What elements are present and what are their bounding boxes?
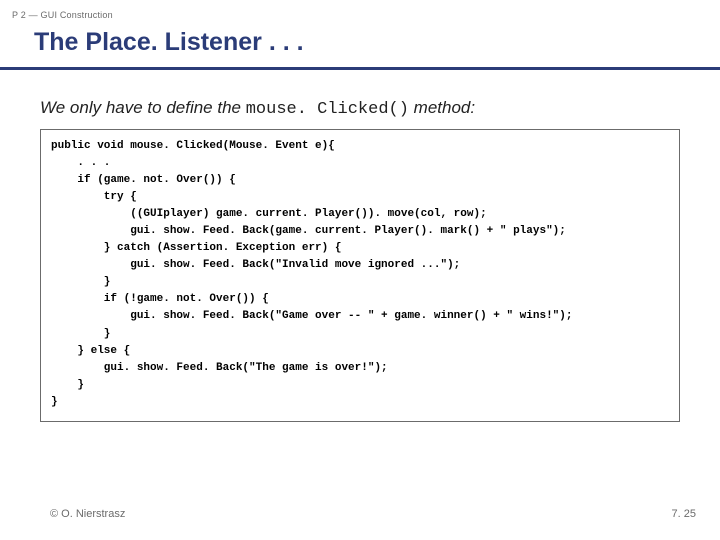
title-underline bbox=[0, 67, 720, 70]
lead-prefix: We only have to define the bbox=[40, 98, 246, 117]
footer-copyright: © O. Nierstrasz bbox=[50, 508, 125, 520]
lead-suffix: method: bbox=[409, 98, 475, 117]
code-block: public void mouse. Clicked(Mouse. Event … bbox=[40, 129, 680, 422]
footer-page-number: 7. 25 bbox=[672, 508, 696, 520]
breadcrumb: P 2 — GUI Construction bbox=[0, 0, 720, 20]
slide: P 2 — GUI Construction The Place. Listen… bbox=[0, 0, 720, 540]
lead-text: We only have to define the mouse. Clicke… bbox=[0, 98, 720, 119]
lead-code: mouse. Clicked() bbox=[246, 100, 409, 119]
page-title: The Place. Listener . . . bbox=[34, 28, 720, 57]
title-block: The Place. Listener . . . bbox=[0, 28, 720, 57]
